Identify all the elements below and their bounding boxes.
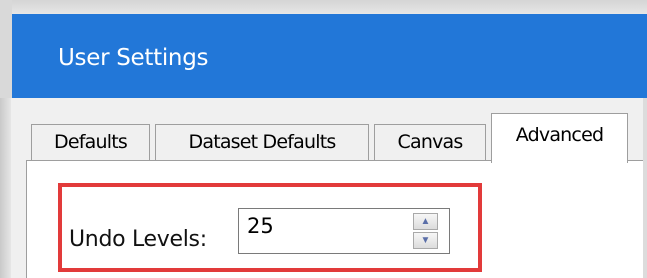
tab-dataset-defaults[interactable]: Dataset Defaults xyxy=(155,124,369,160)
triangle-up-icon: ▲ xyxy=(420,216,431,227)
title-bar: User Settings xyxy=(0,0,647,98)
tab-defaults[interactable]: Defaults xyxy=(31,124,150,160)
tab-canvas[interactable]: Canvas xyxy=(374,124,486,160)
window-frame-right xyxy=(643,98,647,278)
undo-levels-stepper[interactable]: ▲ ▼ xyxy=(238,208,450,254)
spin-up-button[interactable]: ▲ xyxy=(413,213,438,230)
undo-levels-label: Undo Levels: xyxy=(69,227,207,252)
undo-levels-input[interactable] xyxy=(247,211,397,241)
triangle-down-icon: ▼ xyxy=(420,235,431,246)
user-settings-window: User Settings Defaults Dataset Defaults … xyxy=(0,0,647,278)
window-title: User Settings xyxy=(58,45,209,71)
window-frame-left xyxy=(0,98,11,278)
spin-down-button[interactable]: ▼ xyxy=(413,232,438,249)
tab-advanced[interactable]: Advanced xyxy=(491,113,628,163)
